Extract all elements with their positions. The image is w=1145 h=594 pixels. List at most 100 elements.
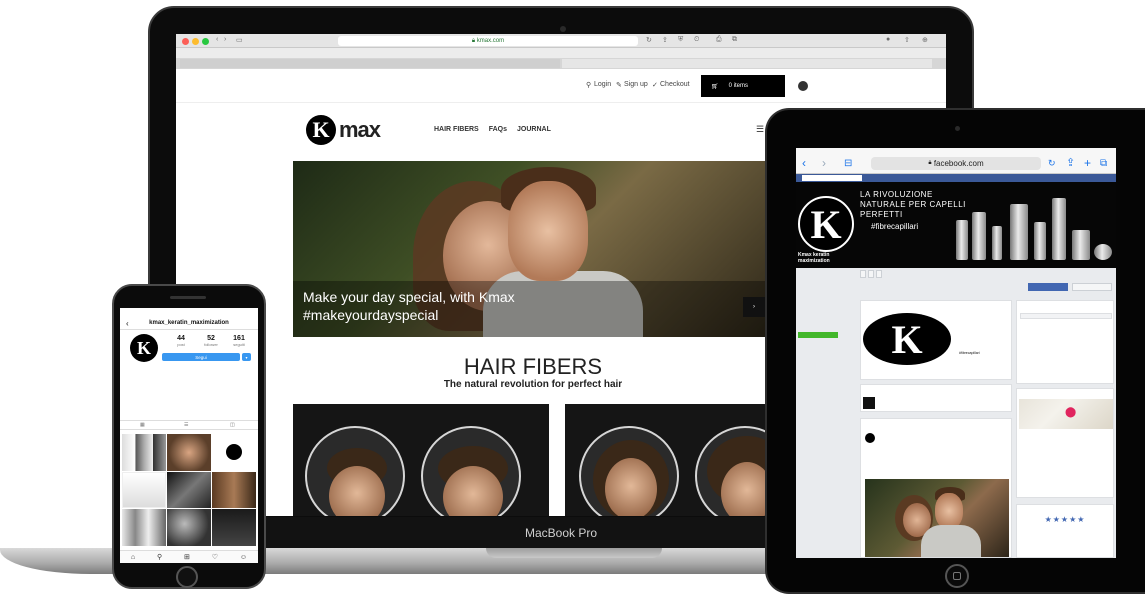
stat-posts[interactable]: 44 post (170, 335, 192, 347)
left-nav-item[interactable] (798, 290, 858, 298)
write-post-box[interactable] (860, 384, 1012, 412)
minimize-window-button[interactable] (192, 38, 199, 45)
left-nav-item[interactable] (798, 282, 858, 290)
page-action-2[interactable] (868, 270, 874, 278)
tagged-icon[interactable]: ◫ (230, 422, 235, 428)
download-icon[interactable]: ⇧ (904, 36, 910, 44)
safari-url-bar[interactable]: 🔒︎ facebook.com (871, 157, 1041, 170)
forward-icon[interactable]: › (822, 156, 826, 170)
back-arrow-icon[interactable]: ‹ (126, 319, 129, 328)
cart-button[interactable]: 🛒︎ 0 items (701, 75, 785, 97)
print-icon[interactable]: ⎙ (716, 36, 722, 44)
browser-tab-1[interactable] (180, 59, 560, 68)
product-bottle (972, 212, 986, 260)
kmax-k-logo: K (863, 313, 951, 365)
kmax-logo-icon (226, 444, 242, 461)
signup-link[interactable]: Sign up (624, 81, 648, 88)
left-nav-item[interactable] (798, 306, 858, 314)
nav-item-faqs[interactable]: FAQs (489, 126, 507, 133)
follow-button[interactable]: Segui (162, 353, 240, 361)
post-thumbnail[interactable] (122, 509, 166, 546)
post-thumbnail[interactable] (212, 509, 256, 546)
invite-friends-input[interactable] (1020, 313, 1112, 319)
stat-posts-value: 44 (177, 335, 185, 342)
history-icon[interactable]: ⏲ (694, 36, 699, 44)
back-icon[interactable]: ‹ (802, 156, 806, 170)
phone-home-button[interactable] (176, 566, 198, 588)
back-icon[interactable]: ‹ (216, 36, 218, 43)
facebook-page-avatar[interactable]: K (798, 196, 854, 252)
shield-icon[interactable]: ⛨ (678, 36, 683, 44)
tablet-camera (955, 126, 960, 131)
like-page-button[interactable] (1028, 283, 1068, 291)
share-icon[interactable]: ⇪ (662, 36, 668, 44)
post-thumbnail[interactable] (212, 434, 256, 471)
follow-dropdown-icon[interactable]: ▾ (242, 353, 251, 361)
new-tab-icon[interactable]: ⊕ (922, 36, 928, 44)
left-nav-item[interactable] (798, 314, 858, 322)
hero-next-arrow-icon[interactable]: › (743, 297, 765, 317)
new-tab-icon[interactable]: + (1084, 156, 1091, 170)
home-icon[interactable]: ⌂ (131, 554, 135, 561)
forward-icon[interactable]: › (224, 36, 226, 43)
post-image[interactable] (865, 479, 1009, 557)
create-page-button[interactable] (798, 332, 838, 338)
women-face-shape (605, 458, 657, 516)
composer-avatar (863, 397, 875, 409)
nav-item-journal[interactable]: JOURNAL (517, 126, 551, 133)
page-action-1[interactable] (860, 270, 866, 278)
cover-line-2: NATURALE PER CAPELLI (860, 200, 966, 209)
globe-icon[interactable] (798, 81, 808, 91)
post-thumbnail[interactable] (167, 434, 211, 471)
send-message-button[interactable] (1072, 283, 1112, 291)
browser-tab-2[interactable] (562, 59, 932, 68)
nav-item-hair-fibers[interactable]: HAIR FIBERS (434, 126, 479, 133)
product-bottle (1034, 222, 1046, 260)
search-icon[interactable]: ⚲ (157, 553, 162, 561)
hero-banner: Make your day special, with Kmax #makeyo… (293, 161, 773, 337)
left-nav-item[interactable] (798, 322, 858, 330)
tabs-icon[interactable]: ⧉ (1100, 158, 1107, 169)
post-author-avatar[interactable] (865, 433, 875, 443)
post-thumbnail[interactable] (122, 471, 166, 509)
facebook-left-nav (798, 282, 858, 338)
add-post-icon[interactable]: ⊞ (184, 553, 190, 561)
zoom-window-button[interactable] (202, 38, 209, 45)
extension-icon[interactable]: ● (886, 36, 890, 43)
heart-icon[interactable]: ♡ (212, 553, 218, 561)
checkout-link[interactable]: Checkout (660, 81, 690, 88)
list-view-icon[interactable]: ☰ (184, 422, 188, 428)
post-thumbnail[interactable] (212, 471, 256, 509)
pinned-card-image[interactable]: K #fibrecapillari (863, 311, 1011, 377)
post-thumbnail[interactable] (167, 509, 211, 546)
post-thumbnail[interactable] (122, 434, 166, 471)
browser-url-bar[interactable]: 🔒︎ kmax.com (338, 36, 638, 46)
login-link[interactable]: Login (594, 81, 611, 88)
sidebar-icon[interactable]: ▭ (236, 36, 243, 44)
safari-toolbar: ‹ › ⊟ 🔒︎ facebook.com ↻ ⇪ + ⧉ (796, 154, 1116, 174)
reload-icon[interactable]: ↻ (646, 36, 652, 44)
location-map[interactable]: ⬤ (1019, 399, 1113, 429)
facebook-page-actions (860, 270, 1114, 280)
share-icon[interactable]: ⇪ (1066, 156, 1075, 169)
stat-followers[interactable]: 52 follower (200, 335, 222, 347)
grid-view-icon[interactable]: ▦ (140, 422, 145, 428)
product-card-women-circle (579, 426, 679, 516)
hamburger-menu-icon[interactable]: ☰ (756, 124, 764, 135)
laptop-base-notch (486, 548, 662, 558)
section-subtitle: The natural revolution for perfect hair (443, 379, 623, 390)
profile-avatar[interactable]: K (130, 334, 158, 362)
hero-photo-man (508, 181, 588, 281)
product-card-men[interactable] (293, 404, 549, 516)
profile-icon[interactable]: ☺ (240, 554, 247, 561)
page-action-3[interactable] (876, 270, 882, 278)
stat-following[interactable]: 161 seguiti (228, 335, 250, 347)
tabs-icon[interactable]: ⧉ (732, 36, 737, 44)
reload-icon[interactable]: ↻ (1048, 158, 1056, 169)
close-window-button[interactable] (182, 38, 189, 45)
bookmarks-icon[interactable]: ⊟ (844, 158, 852, 169)
left-nav-item[interactable] (798, 298, 858, 306)
post-thumbnail[interactable] (167, 471, 211, 509)
site-logo[interactable]: K max (306, 112, 381, 148)
facebook-search-input[interactable] (802, 175, 862, 181)
